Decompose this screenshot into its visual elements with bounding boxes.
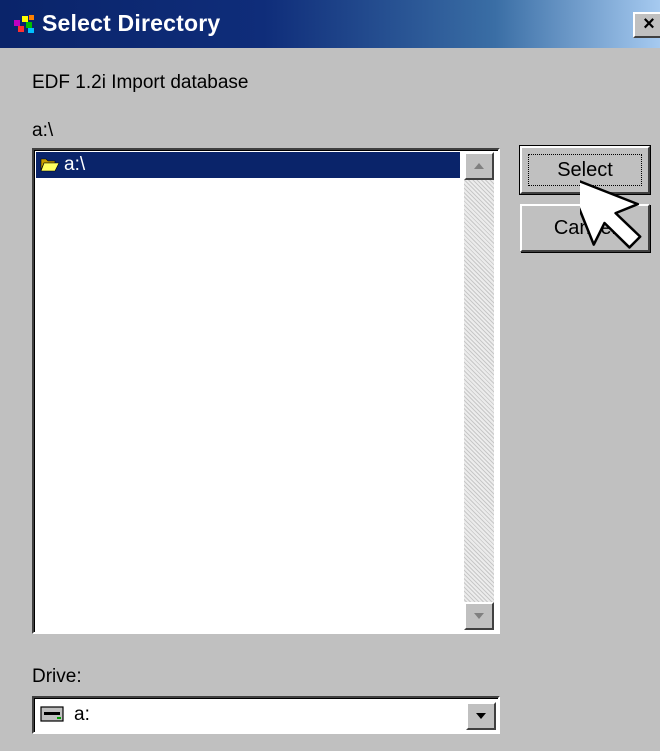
app-icon bbox=[14, 15, 34, 33]
arrow-down-icon bbox=[474, 613, 484, 619]
select-directory-dialog: Select Directory × EDF 1.2i Import datab… bbox=[0, 0, 660, 751]
vertical-scrollbar[interactable] bbox=[464, 152, 494, 630]
window-title: Select Directory bbox=[42, 10, 221, 36]
chevron-down-icon bbox=[476, 713, 486, 719]
drive-select[interactable]: a: bbox=[32, 696, 500, 734]
scroll-down-button[interactable] bbox=[464, 602, 494, 630]
mouse-cursor-icon bbox=[580, 174, 642, 249]
directory-listbox[interactable]: a:\ bbox=[32, 148, 500, 634]
dialog-description: EDF 1.2i Import database bbox=[32, 72, 249, 93]
open-folder-icon bbox=[40, 158, 60, 172]
drive-label: Drive: bbox=[32, 666, 82, 687]
floppy-drive-icon bbox=[40, 706, 64, 722]
drive-value: a: bbox=[74, 704, 90, 725]
title-bar[interactable]: Select Directory × bbox=[0, 0, 660, 48]
drive-dropdown-button[interactable] bbox=[466, 702, 496, 730]
close-button[interactable]: × bbox=[633, 12, 660, 38]
arrow-up-icon bbox=[474, 163, 484, 169]
close-icon: × bbox=[643, 13, 655, 35]
current-path-label: a:\ bbox=[32, 120, 54, 141]
list-item-label: a:\ bbox=[64, 154, 86, 175]
list-item[interactable]: a:\ bbox=[36, 152, 460, 178]
scroll-up-button[interactable] bbox=[464, 152, 494, 180]
